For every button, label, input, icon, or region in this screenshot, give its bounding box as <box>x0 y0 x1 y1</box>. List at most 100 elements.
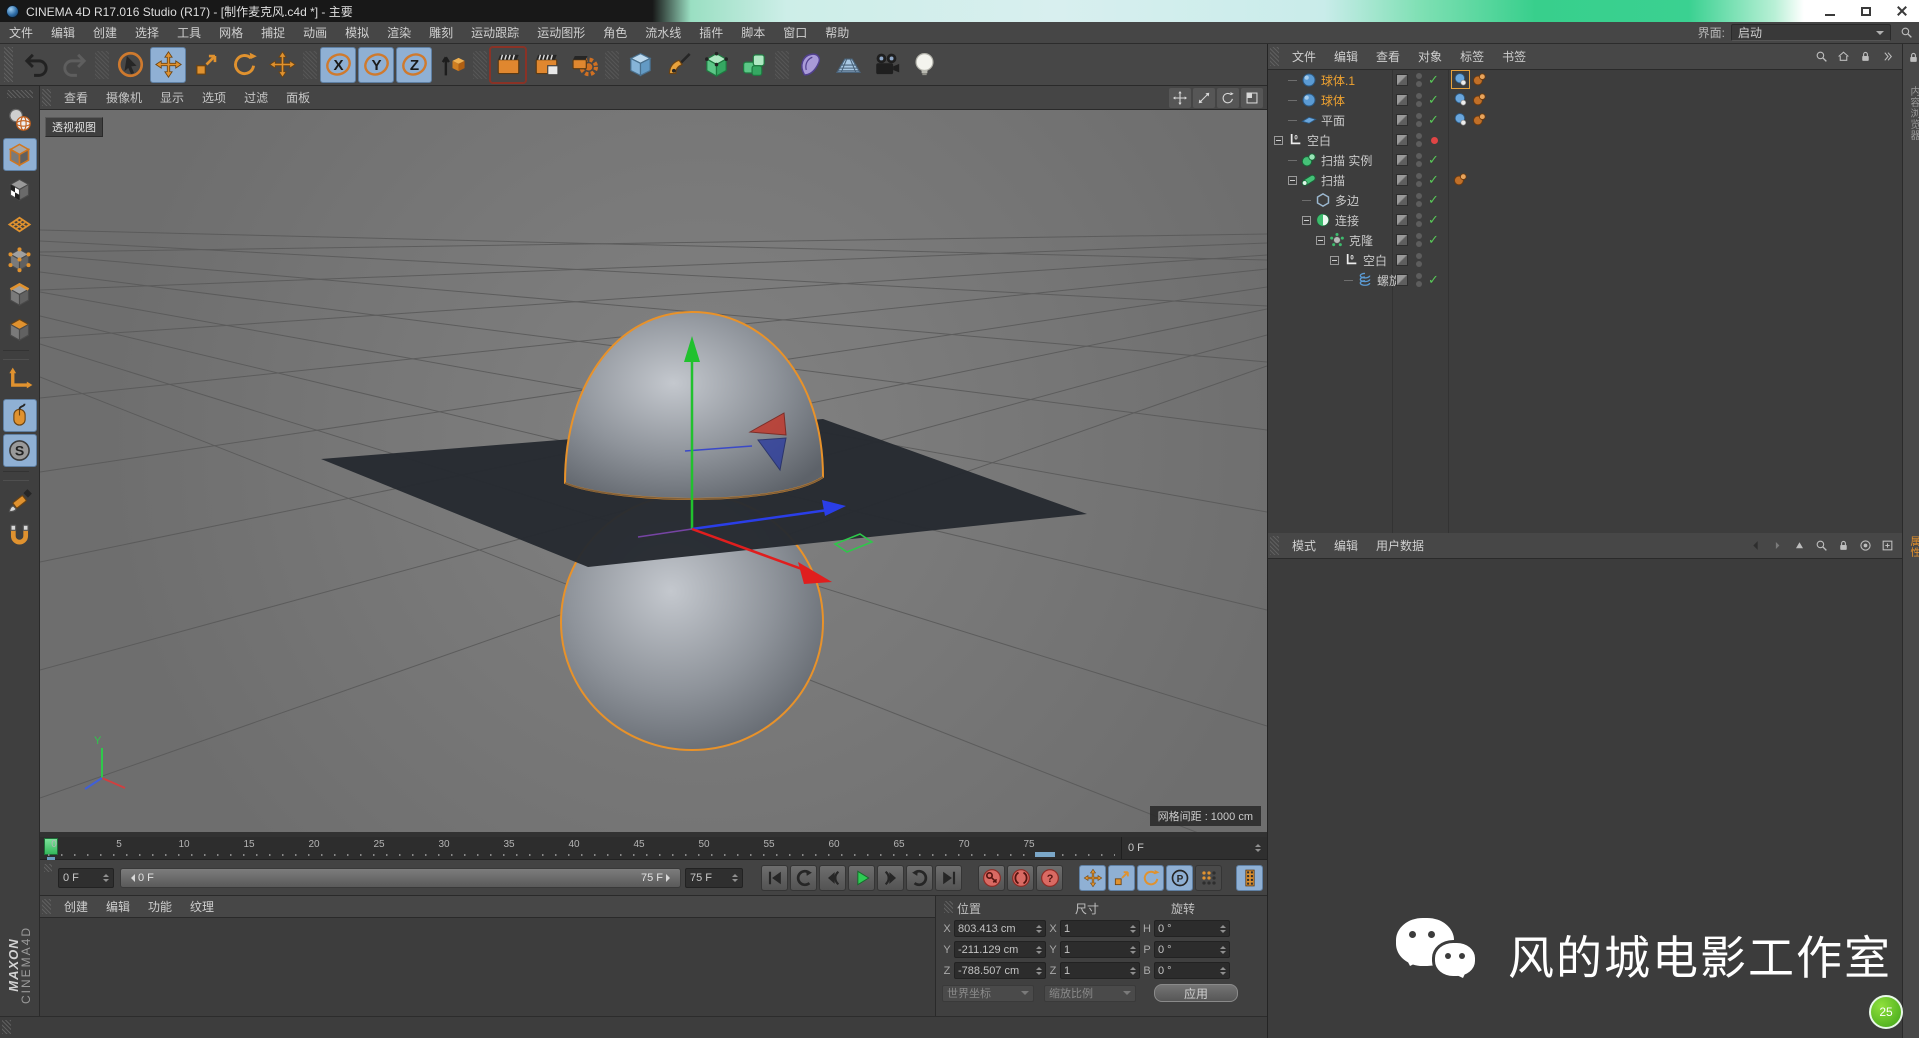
tag-phong-icon[interactable] <box>1452 111 1469 128</box>
axis-x-button[interactable]: X <box>320 47 356 83</box>
menu-item-编辑[interactable]: 编辑 <box>1325 537 1367 554</box>
undo-button[interactable] <box>18 47 54 83</box>
visibility-dots[interactable] <box>1416 273 1422 287</box>
layer-toggle[interactable] <box>1396 234 1408 246</box>
panel-grip[interactable] <box>944 901 953 913</box>
enable-state-check[interactable]: ✓ <box>1428 91 1442 109</box>
menu-item-编辑[interactable]: 编辑 <box>42 24 84 41</box>
rotate-button[interactable] <box>226 47 262 83</box>
menu-item-文件[interactable]: 文件 <box>0 24 42 41</box>
visibility-dots[interactable] <box>1416 193 1422 207</box>
search-button[interactable] <box>1812 537 1830 555</box>
layer-toggle[interactable] <box>1396 134 1408 146</box>
object-label[interactable]: 克隆 <box>1349 232 1373 249</box>
paint-tool-button[interactable] <box>3 485 37 518</box>
spline-pen-button[interactable] <box>660 47 696 83</box>
primitive-cube-button[interactable] <box>622 47 658 83</box>
axis-z-button[interactable]: Z <box>396 47 432 83</box>
vp-pan-button[interactable] <box>1169 88 1191 108</box>
minimize-button[interactable] <box>1819 3 1841 19</box>
model-mode-button[interactable] <box>3 138 37 171</box>
menu-item-运动跟踪[interactable]: 运动跟踪 <box>462 24 528 41</box>
render-settings-button[interactable] <box>566 47 602 83</box>
enable-state-check[interactable]: ✓ <box>1428 171 1442 189</box>
solo-mode-button[interactable]: S <box>3 434 37 467</box>
layer-toggle[interactable] <box>1396 154 1408 166</box>
visibility-dots[interactable] <box>1416 113 1422 127</box>
size-Z-input[interactable]: 1 <box>1060 962 1140 979</box>
object-label[interactable]: 球体.1 <box>1321 72 1355 89</box>
stepper-icon[interactable] <box>1220 943 1226 957</box>
menu-item-网格[interactable]: 网格 <box>210 24 252 41</box>
material-list[interactable] <box>40 918 935 1016</box>
close-button[interactable] <box>1891 3 1913 19</box>
end-frame-spinner[interactable]: 75 F <box>685 868 743 888</box>
next-frame-button[interactable] <box>877 865 904 891</box>
deformer-button[interactable] <box>792 47 828 83</box>
rotation-B-input[interactable]: 0 ° <box>1154 962 1230 979</box>
menu-item-动画[interactable]: 动画 <box>294 24 336 41</box>
menu-item-面板[interactable]: 面板 <box>277 89 319 106</box>
coord-system-button[interactable] <box>434 47 470 83</box>
menu-item-帮助[interactable]: 帮助 <box>816 24 858 41</box>
goto-end-button[interactable] <box>935 865 962 891</box>
menu-item-运动图形[interactable]: 运动图形 <box>528 24 594 41</box>
expand-toggle[interactable] <box>1330 256 1339 265</box>
play-reverse-button[interactable] <box>790 865 817 891</box>
object-label[interactable]: 空白 <box>1363 252 1387 269</box>
menu-item-文件[interactable]: 文件 <box>1283 48 1325 65</box>
layer-toggle[interactable] <box>1396 74 1408 86</box>
record-keyframe-button[interactable] <box>978 865 1005 891</box>
size-X-input[interactable]: 1 <box>1060 920 1140 937</box>
object-row[interactable]: 球体.1✓ <box>1268 70 1902 90</box>
key-scale-button[interactable] <box>1108 865 1135 891</box>
tag-texture-icon[interactable] <box>1471 71 1488 88</box>
expand-toggle[interactable] <box>1274 136 1283 145</box>
position-X-input[interactable]: 803.413 cm <box>954 920 1046 937</box>
panel-grip[interactable] <box>42 899 51 914</box>
menu-item-捕捉[interactable]: 捕捉 <box>252 24 294 41</box>
stepper-icon[interactable] <box>1036 964 1042 978</box>
menu-item-纹理[interactable]: 纹理 <box>181 898 223 915</box>
edges-mode-button[interactable] <box>3 278 37 311</box>
toolbar-grip[interactable] <box>4 47 13 82</box>
object-label[interactable]: 扫描 <box>1321 172 1345 189</box>
autokey-button[interactable] <box>1007 865 1034 891</box>
tag-texture-icon[interactable] <box>1471 111 1488 128</box>
subdivision-surface-button[interactable] <box>698 47 734 83</box>
stepper-icon[interactable] <box>1220 922 1226 936</box>
snap-magnet-button[interactable] <box>3 520 37 553</box>
tag-phong-icon[interactable] <box>1452 91 1469 108</box>
points-mode-button[interactable] <box>3 243 37 276</box>
menu-item-查看[interactable]: 查看 <box>55 89 97 106</box>
object-row[interactable]: 平面✓ <box>1268 110 1902 130</box>
chevrons-button[interactable] <box>1878 48 1896 66</box>
menu-item-选择[interactable]: 选择 <box>126 24 168 41</box>
current-frame-box[interactable]: 0 F <box>1121 837 1267 859</box>
layer-toggle[interactable] <box>1396 214 1408 226</box>
visibility-dots[interactable] <box>1416 73 1422 87</box>
tag-texture-icon[interactable] <box>1471 91 1488 108</box>
fwd-button[interactable] <box>1768 537 1786 555</box>
viewport-canvas[interactable]: Y 透视视图 网格间距 : 1000 cm <box>40 110 1267 832</box>
axis-y-button[interactable]: Y <box>358 47 394 83</box>
tag-texture-icon[interactable] <box>1452 171 1469 188</box>
stepper-icon[interactable] <box>1220 964 1226 978</box>
stepper-icon[interactable] <box>1255 841 1261 855</box>
menu-item-插件[interactable]: 插件 <box>690 24 732 41</box>
layer-toggle[interactable] <box>1396 174 1408 186</box>
live-selection-button[interactable] <box>112 47 148 83</box>
object-row[interactable]: 扫描 实例✓ <box>1268 150 1902 170</box>
polygons-mode-button[interactable] <box>3 313 37 346</box>
object-row[interactable]: 球体 ✓ <box>1268 90 1902 110</box>
menu-item-对象[interactable]: 对象 <box>1409 48 1451 65</box>
menu-item-选项[interactable]: 选项 <box>193 89 235 106</box>
record-help-button[interactable]: ? <box>1036 865 1063 891</box>
tag-phong-icon[interactable] <box>1452 71 1469 88</box>
object-label[interactable]: 球体 <box>1321 92 1345 109</box>
menu-item-脚本[interactable]: 脚本 <box>732 24 774 41</box>
dock-tab-content-browser[interactable]: 内容浏览器 <box>1906 86 1919 141</box>
vp-toggle-button[interactable] <box>1241 88 1263 108</box>
enable-state-check[interactable]: ✓ <box>1428 231 1442 249</box>
visibility-dots[interactable] <box>1416 153 1422 167</box>
